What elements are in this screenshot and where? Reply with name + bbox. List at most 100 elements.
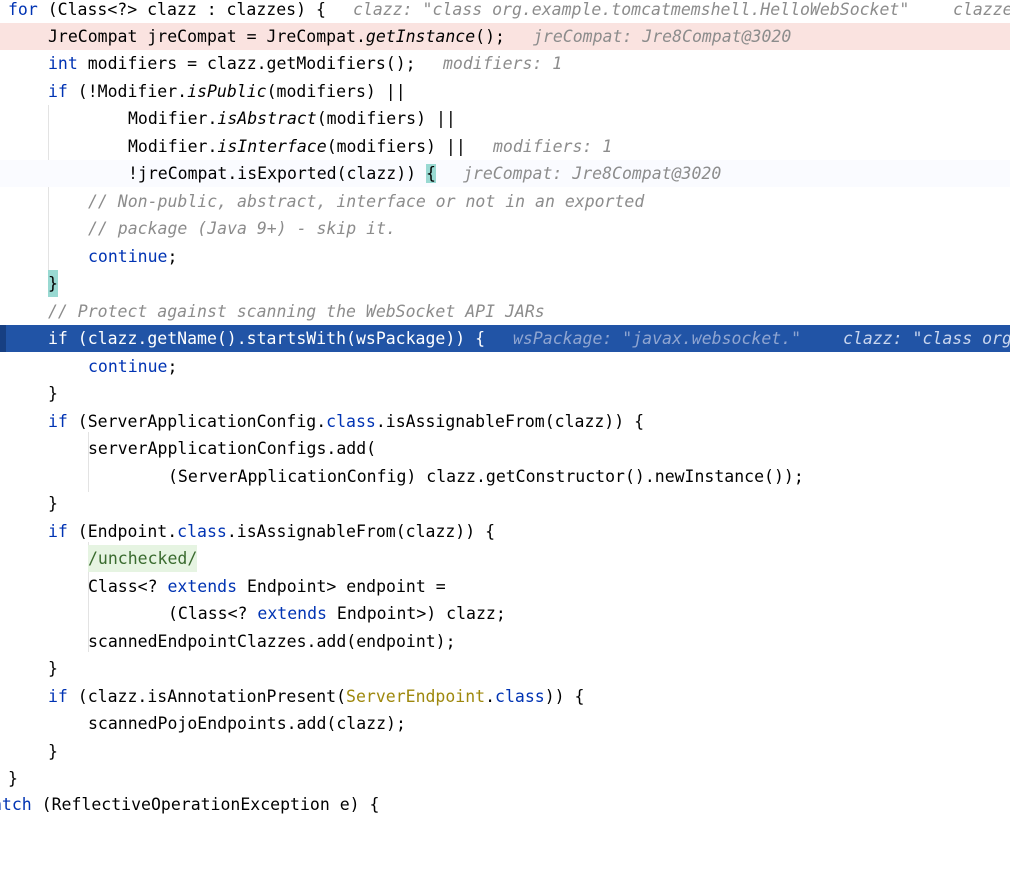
code-text: (modifiers) || bbox=[316, 109, 456, 128]
code-text: serverApplicationConfigs.add( bbox=[88, 439, 377, 458]
code-line[interactable]: if (ServerApplicationConfig.class.isAssi… bbox=[0, 408, 1010, 435]
code-line[interactable]: scannedEndpointClazzes.add(endpoint); bbox=[0, 628, 1010, 655]
keyword: if bbox=[48, 412, 68, 431]
code-editor[interactable]: for (Class<?> clazz : clazzes) { clazz: … bbox=[0, 0, 1010, 814]
code-text: } bbox=[8, 769, 18, 788]
code-line-current-execution[interactable]: if (clazz.getName().startsWith(wsPackage… bbox=[0, 325, 1010, 352]
keyword: continue bbox=[88, 247, 168, 266]
code-text: } bbox=[48, 494, 58, 513]
code-text: (modifiers) || bbox=[266, 82, 406, 101]
code-line[interactable]: } bbox=[0, 738, 1010, 765]
method-name: getInstance bbox=[365, 27, 476, 46]
code-text: (modifiers) || bbox=[326, 137, 466, 156]
code-line[interactable]: } bbox=[0, 490, 1010, 517]
code-line[interactable]: if (!Modifier.isPublic(modifiers) || bbox=[0, 78, 1010, 105]
code-text: . bbox=[485, 687, 496, 706]
code-line[interactable]: /unchecked/ bbox=[0, 545, 1010, 572]
code-text: ; bbox=[167, 247, 178, 266]
annotation-class: ServerEndpoint bbox=[346, 687, 486, 706]
inline-debug-value: wsPackage: "javax.websocket." bbox=[513, 329, 802, 348]
keyword: class bbox=[495, 687, 545, 706]
code-comment: // package (Java 9+) - skip it. bbox=[88, 219, 396, 238]
code-line[interactable]: if (Endpoint.class.isAssignableFrom(claz… bbox=[0, 518, 1010, 545]
code-text: } bbox=[48, 659, 58, 678]
code-line[interactable]: } bbox=[0, 655, 1010, 682]
execution-point-marker bbox=[0, 325, 6, 352]
code-line[interactable]: scannedPojoEndpoints.add(clazz); bbox=[0, 710, 1010, 737]
code-text: .isAssignableFrom(clazz)) { bbox=[375, 412, 645, 431]
code-line[interactable]: atch (ReflectiveOperationException e) { bbox=[0, 791, 1010, 818]
code-text: JreCompat jreCompat = JreCompat. bbox=[48, 27, 366, 46]
code-text: (!Modifier. bbox=[67, 82, 188, 101]
keyword: for bbox=[8, 0, 38, 19]
code-line[interactable]: (Class<? extends Endpoint>) clazz; bbox=[0, 600, 1010, 627]
keyword: class bbox=[326, 412, 376, 431]
code-text: Modifier. bbox=[128, 109, 218, 128]
code-line[interactable]: Modifier.isInterface(modifiers) || modif… bbox=[0, 133, 1010, 160]
code-line[interactable]: if (clazz.isAnnotationPresent(ServerEndp… bbox=[0, 683, 1010, 710]
code-line-for[interactable]: for (Class<?> clazz : clazzes) { clazz: … bbox=[0, 0, 1010, 23]
code-text: Class<? bbox=[88, 577, 168, 596]
code-text: !jreCompat.isExported(clazz)) bbox=[128, 164, 427, 183]
code-line[interactable]: (ServerApplicationConfig) clazz.getConst… bbox=[0, 463, 1010, 490]
code-text: (clazz.isAnnotationPresent( bbox=[67, 687, 347, 706]
keyword: extends bbox=[167, 577, 238, 596]
code-text: ; bbox=[167, 357, 178, 376]
code-text: Endpoint> endpoint = bbox=[237, 577, 446, 596]
unchecked-comment: /unchecked/ bbox=[88, 545, 198, 572]
code-text: scannedEndpointClazzes.add(endpoint); bbox=[88, 632, 456, 651]
method-name: isInterface bbox=[217, 137, 327, 156]
keyword: atch bbox=[0, 795, 32, 814]
code-comment: // Protect against scanning the WebSocke… bbox=[48, 302, 545, 321]
inline-debug-value: jreCompat: Jre8Compat@3020 bbox=[533, 27, 792, 46]
keyword: if bbox=[48, 522, 68, 541]
code-line[interactable]: } bbox=[0, 765, 1010, 792]
code-text: (Class<? bbox=[168, 604, 258, 623]
code-text: } bbox=[48, 384, 58, 403]
inline-debug-value: jreCompat: Jre8Compat@3020 bbox=[463, 164, 722, 183]
code-line-comment[interactable]: // Non-public, abstract, interface or no… bbox=[0, 188, 1010, 215]
code-line-comment[interactable]: // Protect against scanning the WebSocke… bbox=[0, 298, 1010, 325]
keyword: if bbox=[48, 82, 68, 101]
code-text: )) { bbox=[544, 687, 585, 706]
code-text: (Endpoint. bbox=[67, 522, 178, 541]
code-line[interactable]: !jreCompat.isExported(clazz)) { jreCompa… bbox=[0, 160, 1010, 187]
inline-debug-value: clazze bbox=[953, 0, 1010, 19]
code-text: } bbox=[48, 742, 58, 761]
code-text: Modifier. bbox=[128, 137, 218, 156]
code-line-comment[interactable]: // package (Java 9+) - skip it. bbox=[0, 215, 1010, 242]
code-line[interactable]: serverApplicationConfigs.add( bbox=[0, 435, 1010, 462]
keyword: continue bbox=[88, 357, 168, 376]
keyword: int bbox=[48, 54, 78, 73]
code-line[interactable]: continue; bbox=[0, 243, 1010, 270]
code-text: modifiers = clazz.getModifiers(); bbox=[77, 54, 416, 73]
inline-debug-value: clazz: "class org.example.tomcatmemshell… bbox=[353, 0, 910, 19]
inline-debug-value: clazz: "class org bbox=[843, 329, 1010, 348]
code-text: (Class<?> clazz : clazzes) { bbox=[37, 0, 326, 19]
keyword: extends bbox=[257, 604, 327, 623]
method-name: isAbstract bbox=[217, 109, 317, 128]
keyword: if bbox=[48, 687, 68, 706]
code-line[interactable]: Modifier.isAbstract(modifiers) || bbox=[0, 105, 1010, 132]
code-line[interactable]: continue; bbox=[0, 353, 1010, 380]
code-text: scannedPojoEndpoints.add(clazz); bbox=[88, 714, 406, 733]
code-line[interactable]: } bbox=[0, 270, 1010, 297]
matched-brace: { bbox=[426, 164, 436, 183]
inline-debug-value: modifiers: 1 bbox=[443, 54, 563, 73]
code-text: .isAssignableFrom(clazz)) { bbox=[226, 522, 496, 541]
keyword: class bbox=[177, 522, 227, 541]
code-text: (ServerApplicationConfig. bbox=[67, 412, 327, 431]
code-text: Endpoint>) clazz; bbox=[326, 604, 506, 623]
code-text: (ServerApplicationConfig) clazz.getConst… bbox=[168, 467, 804, 486]
code-comment: // Non-public, abstract, interface or no… bbox=[88, 192, 645, 211]
inline-debug-value: modifiers: 1 bbox=[493, 137, 613, 156]
code-line-breakpoint[interactable]: JreCompat jreCompat = JreCompat.getInsta… bbox=[0, 23, 1010, 50]
code-text: (ReflectiveOperationException e) { bbox=[31, 795, 380, 814]
code-text: (); bbox=[475, 27, 505, 46]
matched-brace: } bbox=[48, 270, 58, 297]
method-name: isPublic bbox=[187, 82, 267, 101]
code-line[interactable]: } bbox=[0, 380, 1010, 407]
code-line[interactable]: Class<? extends Endpoint> endpoint = bbox=[0, 573, 1010, 600]
code-line[interactable]: int modifiers = clazz.getModifiers(); mo… bbox=[0, 50, 1010, 77]
code-text: if (clazz.getName().startsWith(wsPackage… bbox=[48, 329, 486, 348]
